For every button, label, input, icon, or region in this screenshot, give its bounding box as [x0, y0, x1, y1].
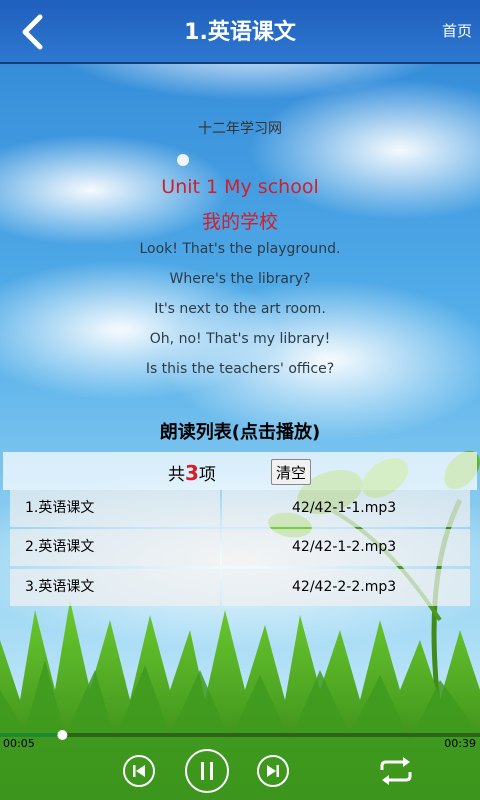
clear-button[interactable]: 清空 — [271, 459, 311, 485]
track-file: 42/42-1-1.mp3 — [222, 490, 470, 527]
playlist-heading: 朗读列表(点击播放) — [159, 422, 321, 443]
progress-thumb[interactable] — [57, 730, 68, 740]
track-name: 1.英语课文 — [10, 490, 220, 527]
playlist-row[interactable]: 3.英语课文 42/42-2-2.mp3 — [10, 569, 470, 606]
item-count: 共3项 — [168, 460, 216, 485]
previous-icon — [123, 755, 155, 787]
count-number: 3 — [185, 461, 199, 485]
pause-icon — [185, 749, 229, 793]
pause-button[interactable] — [184, 748, 230, 798]
track-name: 2.英语课文 — [10, 529, 220, 566]
next-button[interactable] — [256, 754, 290, 792]
site-name: 十二年学习网 — [198, 121, 282, 137]
track-name: 3.英语课文 — [10, 569, 220, 606]
repeat-icon — [380, 757, 412, 785]
track-file: 42/42-1-2.mp3 — [222, 529, 470, 566]
lesson-title-zh: 我的学校 — [201, 211, 278, 233]
player-controls — [0, 748, 480, 798]
count-suffix: 项 — [198, 465, 216, 485]
playlist-row[interactable]: 2.英语课文 42/42-1-2.mp3 — [10, 529, 470, 566]
lesson-line: Where's the library? — [169, 271, 311, 287]
repeat-button[interactable] — [376, 756, 416, 790]
playlist-count-bar: 共3项 清空 — [3, 452, 477, 490]
lesson-line: Is this the teachers' office? — [145, 361, 335, 377]
lesson-title-en: Unit 1 My school — [161, 176, 319, 198]
lesson-line: Oh, no! That's my library! — [149, 331, 331, 347]
previous-button[interactable] — [122, 754, 156, 792]
page-title: 1.英语课文 — [184, 20, 296, 45]
next-icon — [257, 755, 289, 787]
progress-slider[interactable] — [0, 728, 480, 744]
app-header: 1.英语课文 首页 — [0, 0, 480, 64]
playlist-row[interactable]: 1.英语课文 42/42-1-1.mp3 — [10, 490, 470, 527]
lesson-line: It's next to the art room. — [154, 301, 326, 317]
count-prefix: 共 — [168, 465, 185, 485]
progress-track — [0, 733, 480, 737]
track-file: 42/42-2-2.mp3 — [222, 569, 470, 606]
home-link[interactable]: 首页 — [442, 20, 472, 41]
lesson-line: Look! That's the playground. — [139, 241, 341, 257]
